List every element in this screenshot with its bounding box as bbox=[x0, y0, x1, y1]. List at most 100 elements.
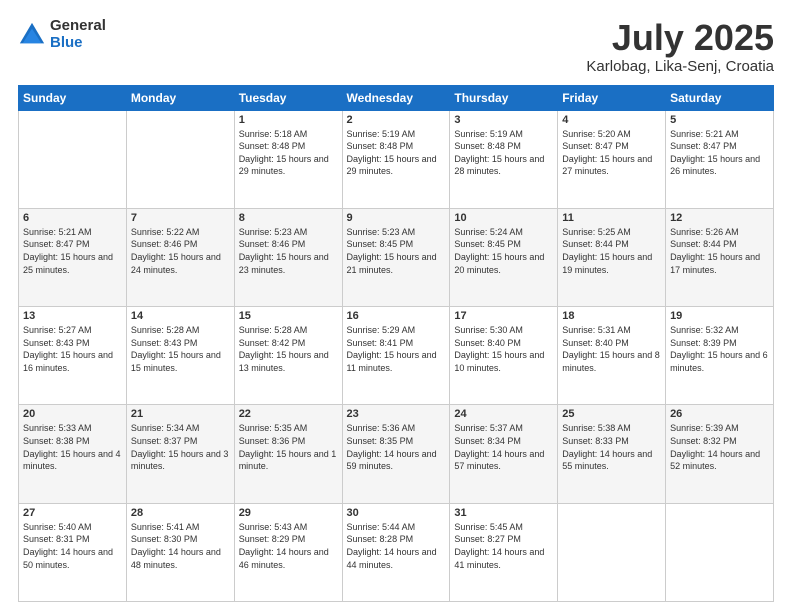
calendar-cell: 2 Sunrise: 5:19 AM Sunset: 8:48 PM Daylig… bbox=[342, 110, 450, 208]
day-number: 15 bbox=[239, 310, 338, 322]
day-info: Sunrise: 5:20 AM Sunset: 8:47 PM Dayligh… bbox=[562, 128, 661, 178]
page: General Blue July 2025 Karlobag, Lika-Se… bbox=[0, 0, 792, 612]
calendar-cell: 23Sunrise: 5:36 AM Sunset: 8:35 PM Dayli… bbox=[342, 405, 450, 503]
day-number: 11 bbox=[562, 212, 661, 224]
logo-blue: Blue bbox=[50, 35, 106, 52]
day-info: Sunrise: 5:44 AM Sunset: 8:28 PM Dayligh… bbox=[347, 521, 446, 571]
day-info: Sunrise: 5:21 AM Sunset: 8:47 PM Dayligh… bbox=[23, 226, 122, 276]
logo-text: General Blue bbox=[50, 18, 106, 51]
day-info: Sunrise: 5:23 AM Sunset: 8:45 PM Dayligh… bbox=[347, 226, 446, 276]
calendar-cell: 11 Sunrise: 5:25 AM Sunset: 8:44 PM Dayli… bbox=[558, 208, 666, 306]
calendar-cell: 20Sunrise: 5:33 AM Sunset: 8:38 PM Dayli… bbox=[19, 405, 127, 503]
day-info: Sunrise: 5:30 AM Sunset: 8:40 PM Dayligh… bbox=[454, 324, 553, 374]
calendar-cell: 14 Sunrise: 5:28 AM Sunset: 8:43 PM Dayli… bbox=[126, 307, 234, 405]
day-info: Sunrise: 5:43 AM Sunset: 8:29 PM Dayligh… bbox=[239, 521, 338, 571]
day-info: Sunrise: 5:27 AM Sunset: 8:43 PM Dayligh… bbox=[23, 324, 122, 374]
calendar-cell: 4Sunrise: 5:20 AM Sunset: 8:47 PM Daylig… bbox=[558, 110, 666, 208]
calendar-cell: 29Sunrise: 5:43 AM Sunset: 8:29 PM Dayli… bbox=[234, 503, 342, 601]
day-info: Sunrise: 5:39 AM Sunset: 8:32 PM Dayligh… bbox=[670, 422, 769, 472]
day-info: Sunrise: 5:32 AM Sunset: 8:39 PM Dayligh… bbox=[670, 324, 769, 374]
calendar-header-friday: Friday bbox=[558, 85, 666, 110]
calendar-header-sunday: Sunday bbox=[19, 85, 127, 110]
calendar-cell: 10 Sunrise: 5:24 AM Sunset: 8:45 PM Dayli… bbox=[450, 208, 558, 306]
calendar-week-1: 1 Sunrise: 5:18 AM Sunset: 8:48 PM Daylig… bbox=[19, 110, 774, 208]
day-info: Sunrise: 5:45 AM Sunset: 8:27 PM Dayligh… bbox=[454, 521, 553, 571]
day-number: 10 bbox=[454, 212, 553, 224]
calendar-cell: 22 Sunrise: 5:35 AM Sunset: 8:36 PM Dayli… bbox=[234, 405, 342, 503]
day-number: 17 bbox=[454, 310, 553, 322]
subtitle: Karlobag, Lika-Senj, Croatia bbox=[586, 58, 774, 75]
calendar-header-row: SundayMondayTuesdayWednesdayThursdayFrid… bbox=[19, 85, 774, 110]
day-info: Sunrise: 5:34 AM Sunset: 8:37 PM Dayligh… bbox=[131, 422, 230, 472]
day-number: 14 bbox=[131, 310, 230, 322]
day-number: 1 bbox=[239, 114, 338, 126]
calendar-header-thursday: Thursday bbox=[450, 85, 558, 110]
day-info: Sunrise: 5:19 AM Sunset: 8:48 PM Dayligh… bbox=[454, 128, 553, 178]
calendar-cell: 18 Sunrise: 5:31 AM Sunset: 8:40 PM Dayli… bbox=[558, 307, 666, 405]
day-info: Sunrise: 5:21 AM Sunset: 8:47 PM Dayligh… bbox=[670, 128, 769, 178]
calendar-cell bbox=[666, 503, 774, 601]
day-number: 9 bbox=[347, 212, 446, 224]
day-number: 24 bbox=[454, 408, 553, 420]
day-number: 27 bbox=[23, 507, 122, 519]
day-number: 6 bbox=[23, 212, 122, 224]
calendar-cell: 27 Sunrise: 5:40 AM Sunset: 8:31 PM Dayli… bbox=[19, 503, 127, 601]
day-number: 16 bbox=[347, 310, 446, 322]
calendar-cell: 13 Sunrise: 5:27 AM Sunset: 8:43 PM Dayli… bbox=[19, 307, 127, 405]
calendar-header-tuesday: Tuesday bbox=[234, 85, 342, 110]
day-info: Sunrise: 5:25 AM Sunset: 8:44 PM Dayligh… bbox=[562, 226, 661, 276]
calendar-cell: 1 Sunrise: 5:18 AM Sunset: 8:48 PM Daylig… bbox=[234, 110, 342, 208]
calendar-cell bbox=[558, 503, 666, 601]
day-number: 13 bbox=[23, 310, 122, 322]
day-info: Sunrise: 5:22 AM Sunset: 8:46 PM Dayligh… bbox=[131, 226, 230, 276]
calendar-cell bbox=[126, 110, 234, 208]
day-number: 23 bbox=[347, 408, 446, 420]
day-info: Sunrise: 5:23 AM Sunset: 8:46 PM Dayligh… bbox=[239, 226, 338, 276]
calendar-cell: 30 Sunrise: 5:44 AM Sunset: 8:28 PM Dayli… bbox=[342, 503, 450, 601]
title-block: July 2025 Karlobag, Lika-Senj, Croatia bbox=[586, 18, 774, 75]
calendar-week-2: 6 Sunrise: 5:21 AM Sunset: 8:47 PM Daylig… bbox=[19, 208, 774, 306]
logo: General Blue bbox=[18, 18, 106, 51]
calendar-cell: 8Sunrise: 5:23 AM Sunset: 8:46 PM Daylig… bbox=[234, 208, 342, 306]
calendar-cell: 7Sunrise: 5:22 AM Sunset: 8:46 PM Daylig… bbox=[126, 208, 234, 306]
calendar-cell: 3Sunrise: 5:19 AM Sunset: 8:48 PM Daylig… bbox=[450, 110, 558, 208]
calendar-cell: 26Sunrise: 5:39 AM Sunset: 8:32 PM Dayli… bbox=[666, 405, 774, 503]
calendar-cell: 5Sunrise: 5:21 AM Sunset: 8:47 PM Daylig… bbox=[666, 110, 774, 208]
day-info: Sunrise: 5:18 AM Sunset: 8:48 PM Dayligh… bbox=[239, 128, 338, 178]
calendar-cell: 31 Sunrise: 5:45 AM Sunset: 8:27 PM Dayli… bbox=[450, 503, 558, 601]
calendar-week-4: 20Sunrise: 5:33 AM Sunset: 8:38 PM Dayli… bbox=[19, 405, 774, 503]
day-info: Sunrise: 5:28 AM Sunset: 8:42 PM Dayligh… bbox=[239, 324, 338, 374]
calendar-table: SundayMondayTuesdayWednesdayThursdayFrid… bbox=[18, 85, 774, 602]
calendar-cell: 25Sunrise: 5:38 AM Sunset: 8:33 PM Dayli… bbox=[558, 405, 666, 503]
day-info: Sunrise: 5:26 AM Sunset: 8:44 PM Dayligh… bbox=[670, 226, 769, 276]
calendar-week-5: 27 Sunrise: 5:40 AM Sunset: 8:31 PM Dayli… bbox=[19, 503, 774, 601]
calendar-cell: 16 Sunrise: 5:29 AM Sunset: 8:41 PM Dayli… bbox=[342, 307, 450, 405]
calendar-cell: 28 Sunrise: 5:41 AM Sunset: 8:30 PM Dayli… bbox=[126, 503, 234, 601]
calendar-cell: 21Sunrise: 5:34 AM Sunset: 8:37 PM Dayli… bbox=[126, 405, 234, 503]
day-number: 18 bbox=[562, 310, 661, 322]
day-info: Sunrise: 5:24 AM Sunset: 8:45 PM Dayligh… bbox=[454, 226, 553, 276]
day-info: Sunrise: 5:28 AM Sunset: 8:43 PM Dayligh… bbox=[131, 324, 230, 374]
day-number: 25 bbox=[562, 408, 661, 420]
calendar-cell: 24 Sunrise: 5:37 AM Sunset: 8:34 PM Dayli… bbox=[450, 405, 558, 503]
day-number: 20 bbox=[23, 408, 122, 420]
day-number: 22 bbox=[239, 408, 338, 420]
day-number: 31 bbox=[454, 507, 553, 519]
main-title: July 2025 bbox=[586, 18, 774, 58]
day-number: 30 bbox=[347, 507, 446, 519]
calendar-cell: 17 Sunrise: 5:30 AM Sunset: 8:40 PM Dayli… bbox=[450, 307, 558, 405]
day-info: Sunrise: 5:19 AM Sunset: 8:48 PM Dayligh… bbox=[347, 128, 446, 178]
calendar-cell: 12 Sunrise: 5:26 AM Sunset: 8:44 PM Dayli… bbox=[666, 208, 774, 306]
day-info: Sunrise: 5:29 AM Sunset: 8:41 PM Dayligh… bbox=[347, 324, 446, 374]
day-info: Sunrise: 5:31 AM Sunset: 8:40 PM Dayligh… bbox=[562, 324, 661, 374]
calendar-cell: 19 Sunrise: 5:32 AM Sunset: 8:39 PM Dayli… bbox=[666, 307, 774, 405]
day-number: 19 bbox=[670, 310, 769, 322]
day-number: 12 bbox=[670, 212, 769, 224]
day-info: Sunrise: 5:40 AM Sunset: 8:31 PM Dayligh… bbox=[23, 521, 122, 571]
day-info: Sunrise: 5:37 AM Sunset: 8:34 PM Dayligh… bbox=[454, 422, 553, 472]
day-number: 2 bbox=[347, 114, 446, 126]
day-info: Sunrise: 5:35 AM Sunset: 8:36 PM Dayligh… bbox=[239, 422, 338, 472]
day-info: Sunrise: 5:41 AM Sunset: 8:30 PM Dayligh… bbox=[131, 521, 230, 571]
calendar-week-3: 13 Sunrise: 5:27 AM Sunset: 8:43 PM Dayli… bbox=[19, 307, 774, 405]
day-number: 28 bbox=[131, 507, 230, 519]
